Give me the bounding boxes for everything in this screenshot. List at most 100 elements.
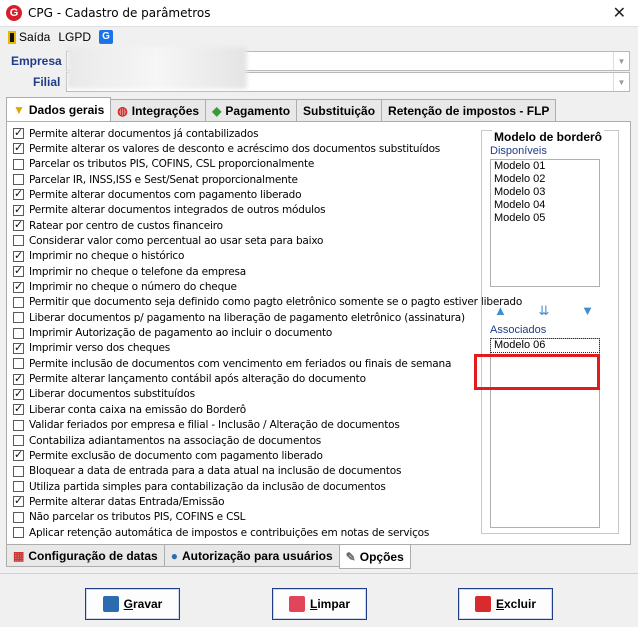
close-icon[interactable]: ✕ (613, 3, 626, 23)
option-row[interactable]: Permitir que documento seja definido com… (13, 295, 522, 310)
option-row[interactable]: Imprimir no cheque o número do cheque (13, 280, 237, 295)
list-item[interactable]: Modelo 01 (491, 160, 599, 173)
move-down-icon[interactable]: ▼ (581, 303, 594, 319)
option-checkbox[interactable] (13, 327, 24, 339)
option-checkbox[interactable] (13, 481, 24, 493)
option-checkbox[interactable] (13, 312, 24, 324)
option-row[interactable]: Parcelar os tributos PIS, COFINS, CSL pr… (13, 157, 314, 172)
option-row[interactable]: Imprimir Autorização de pagamento ao inc… (13, 326, 332, 341)
calendar-icon: ▦ (13, 548, 25, 563)
option-row[interactable]: Aplicar retenção automática de impostos … (13, 525, 429, 540)
option-row[interactable]: Parcelar IR, INSS,ISS e Sest/Senat propo… (13, 172, 298, 187)
option-label: Permite alterar datas Entrada/Emissão (29, 495, 225, 508)
menu-lgpd-label: LGPD (58, 30, 92, 44)
option-label: Imprimir Autorização de pagamento ao inc… (29, 327, 333, 340)
option-checkbox[interactable] (13, 141, 24, 155)
option-row[interactable]: Liberar documentos substituídos (13, 387, 195, 402)
tab-autorizacao-usuarios[interactable]: ● Autorização para usuários (163, 545, 340, 567)
option-label: Liberar conta caixa na emissão do Border… (29, 403, 246, 416)
tab-integracoes[interactable]: ◍ Integrações (110, 99, 207, 121)
tab-opcoes[interactable]: ✎ Opções (338, 545, 411, 569)
option-label: Parcelar os tributos PIS, COFINS, CSL pr… (29, 158, 315, 171)
modelo-bordero-group: Modelo de borderô Disponíveis Modelo 01 M… (481, 130, 619, 534)
option-checkbox[interactable] (13, 280, 24, 293)
option-row[interactable]: Liberar documentos p/ pagamento na liber… (13, 310, 465, 325)
option-checkbox[interactable] (13, 372, 24, 385)
option-checkbox[interactable] (13, 264, 24, 278)
option-row[interactable]: Permite alterar documentos integrados de… (13, 203, 326, 218)
option-checkbox[interactable] (13, 249, 24, 262)
option-checkbox[interactable] (13, 218, 24, 232)
option-row[interactable]: Bloquear a data de entrada para a data a… (13, 464, 401, 479)
tab-dados-gerais[interactable]: ▼ Dados gerais (6, 97, 112, 121)
option-row[interactable]: Não parcelar os tributos PIS, COFINS e C… (13, 510, 246, 525)
option-label: Imprimir no cheque o número do cheque (29, 281, 237, 293)
tab-configuracao-datas[interactable]: ▦ Configuração de datas (6, 545, 165, 567)
tab-pagamento[interactable]: ◆ Pagamento (205, 99, 298, 121)
chevron-down-icon[interactable]: ▼ (613, 73, 629, 91)
option-row[interactable]: Permite alterar datas Entrada/Emissão (13, 494, 225, 509)
option-row[interactable]: Permite exclusão de documento com pagame… (13, 448, 323, 463)
excluir-button[interactable]: Excluir (458, 588, 553, 620)
option-row[interactable]: Imprimir no cheque o histórico (13, 249, 184, 264)
option-row[interactable]: Permite alterar documentos com pagamento… (13, 187, 302, 202)
separator (0, 573, 638, 574)
tab-retencao[interactable]: Retenção de impostos - FLP (381, 99, 557, 121)
option-row[interactable]: Contabiliza adiantamentos na associação … (13, 433, 321, 448)
menu-saida[interactable]: Saída (0, 30, 54, 44)
option-checkbox[interactable] (13, 387, 24, 400)
option-row[interactable]: Validar feriados por empresa e filial - … (13, 418, 400, 433)
option-checkbox[interactable] (13, 358, 24, 370)
list-item[interactable]: Modelo 05 (491, 212, 599, 225)
option-checkbox[interactable] (13, 527, 24, 539)
menu-bar: Saída LGPD G (0, 27, 638, 47)
empresa-label: Empresa (11, 54, 62, 68)
option-row[interactable]: Permite inclusão de documentos com venci… (13, 356, 451, 371)
limpar-button[interactable]: Limpar (272, 588, 367, 620)
option-checkbox[interactable] (13, 174, 24, 186)
option-row[interactable]: Imprimir verso dos cheques (13, 341, 170, 356)
move-up-icon[interactable]: ▲ (494, 303, 507, 319)
option-row[interactable]: Liberar conta caixa na emissão do Border… (13, 402, 246, 417)
option-checkbox[interactable] (13, 448, 24, 462)
option-row[interactable]: Considerar valor como percentual ao usar… (13, 233, 323, 248)
gravar-label: ravar (132, 597, 163, 611)
option-checkbox[interactable] (13, 419, 24, 431)
option-row[interactable]: Utiliza partida simples para contabiliza… (13, 479, 386, 494)
option-checkbox[interactable] (13, 203, 24, 216)
option-label: Permite alterar lançamento contábil após… (29, 373, 366, 386)
option-checkbox[interactable] (13, 296, 24, 308)
option-label: Liberar documentos p/ pagamento na liber… (29, 311, 465, 324)
menu-lgpd[interactable]: LGPD (54, 30, 95, 44)
list-item[interactable]: Modelo 06 (490, 338, 600, 353)
disponiveis-listbox[interactable]: Modelo 01 Modelo 02 Modelo 03 Modelo 04 Mode… (490, 159, 600, 287)
excluir-label: xcluir (504, 597, 537, 611)
option-row[interactable]: Ratear por centro de custos financeiro (13, 218, 223, 233)
option-checkbox[interactable] (13, 341, 24, 354)
list-item[interactable]: Modelo 02 (491, 173, 599, 186)
option-checkbox[interactable] (13, 511, 24, 523)
option-checkbox[interactable] (13, 494, 24, 508)
option-checkbox[interactable] (13, 402, 24, 416)
move-double-down-icon[interactable]: ⇊ (539, 303, 550, 319)
option-row[interactable]: Permite alterar documentos já contabiliz… (13, 126, 259, 141)
option-label: Parcelar IR, INSS,ISS e Sest/Senat propo… (29, 173, 298, 186)
option-label: Não parcelar os tributos PIS, COFINS e C… (29, 511, 246, 524)
options-panel: Permite alterar documentos já contabiliz… (6, 121, 631, 545)
google-g-icon[interactable]: G (99, 30, 114, 44)
option-row[interactable]: Permite alterar lançamento contábil após… (13, 372, 366, 387)
list-item[interactable]: Modelo 04 (491, 199, 599, 212)
tab-label: Pagamento (225, 103, 291, 118)
option-checkbox[interactable] (13, 187, 24, 201)
option-checkbox[interactable] (13, 158, 24, 170)
tab-substituicao[interactable]: Substituição (296, 99, 383, 121)
chevron-down-icon[interactable]: ▼ (613, 52, 629, 70)
option-checkbox[interactable] (13, 126, 24, 139)
gravar-button[interactable]: Gravar (85, 588, 180, 620)
option-checkbox[interactable] (13, 435, 24, 446)
option-row[interactable]: Imprimir no cheque o telefone da empresa (13, 264, 246, 279)
option-checkbox[interactable] (13, 465, 24, 477)
option-row[interactable]: Permite alterar os valores de desconto e… (13, 141, 440, 156)
list-item[interactable]: Modelo 03 (491, 186, 599, 199)
option-checkbox[interactable] (13, 235, 24, 247)
